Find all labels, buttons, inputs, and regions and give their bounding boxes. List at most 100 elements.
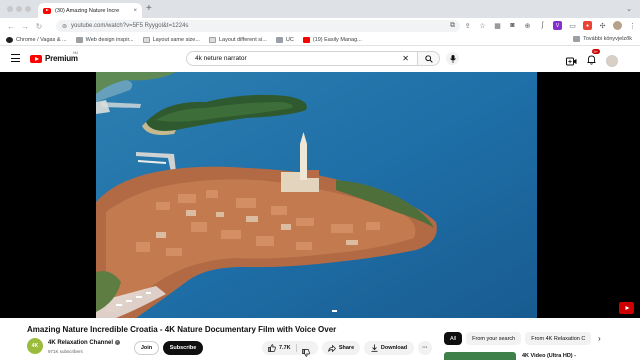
profile-avatar-icon[interactable]	[613, 21, 622, 30]
video-player[interactable]	[0, 72, 640, 318]
search-button[interactable]	[418, 51, 440, 66]
dislike-button[interactable]	[302, 344, 310, 362]
logo-text: Premium	[45, 54, 78, 63]
window-close-button[interactable]	[7, 6, 13, 12]
tab-close-icon[interactable]: ×	[133, 8, 137, 14]
recommendation-thumbnail[interactable]	[444, 352, 516, 360]
other-bookmarks-label: További könyvjelzők	[583, 36, 632, 42]
share-page-icon[interactable]: ⇪	[463, 21, 472, 30]
purple-extension-icon[interactable]: V	[553, 21, 562, 30]
red-extension-icon[interactable]: ●	[583, 21, 592, 30]
bookmark-item[interactable]: Layout different si...	[208, 36, 267, 43]
microphone-icon	[449, 54, 456, 63]
page-icon	[142, 36, 150, 43]
download-button[interactable]: Download	[364, 341, 414, 355]
window-minimize-button[interactable]	[16, 6, 22, 12]
like-count: 7.7K	[279, 345, 291, 351]
menu-icon[interactable]	[11, 54, 20, 62]
chip-from-your-search[interactable]: From your search	[466, 332, 522, 345]
recommendation-title[interactable]: 4K Video (Ultra HD) -	[522, 353, 576, 359]
bookmark-label: Layout different si...	[218, 36, 267, 43]
bookmark-item[interactable]: Layout same size...	[142, 36, 200, 43]
youtube-favicon-icon	[43, 7, 51, 14]
notification-count-badge: 9+	[592, 49, 600, 54]
chrome-icon	[6, 36, 13, 43]
tab-title: (30) Amazing Nature Incre	[55, 7, 120, 14]
vpn-extension-icon[interactable]: ⊕	[523, 21, 532, 30]
bookmark-label: Layout same size...	[152, 36, 200, 43]
video-title: Amazing Nature Incredible Croatia - 4K N…	[27, 325, 337, 334]
create-video-icon[interactable]	[566, 57, 577, 66]
reload-icon[interactable]: ↻	[32, 22, 46, 31]
join-button[interactable]: Join	[134, 341, 159, 355]
tab-search-icon[interactable]: ⌄	[626, 5, 632, 13]
channel-watermark[interactable]	[619, 302, 634, 314]
bookmark-label: Chrome / Vagas & ...	[16, 36, 67, 43]
channel-avatar-text: 4K	[31, 343, 39, 349]
region-code: HU	[73, 51, 79, 55]
share-button[interactable]: Share	[322, 341, 360, 355]
install-app-icon[interactable]: ⧉	[448, 21, 457, 30]
script-extension-icon[interactable]: ʃ	[538, 21, 547, 30]
forward-icon[interactable]: →	[18, 22, 32, 31]
download-icon	[371, 344, 378, 352]
browser-toolbar: ← → ↻ ⊜ youtube.com/watch?v=5F5 Ryygol&t…	[0, 18, 640, 34]
bookmark-item[interactable]: UC	[275, 36, 294, 43]
bookmark-star-icon[interactable]: ☆	[478, 21, 487, 30]
address-bar[interactable]: ⊜ youtube.com/watch?v=5F5 Ryygol&t=1224s	[56, 20, 460, 32]
youtube-premium-logo[interactable]: Premium	[30, 54, 78, 63]
bookmark-item[interactable]: (19) Easily Manag...	[302, 36, 362, 43]
voice-search-button[interactable]	[446, 52, 459, 65]
play-icon	[625, 306, 629, 310]
channel-name-link[interactable]: 4K Relaxation Channel ✓	[48, 340, 121, 346]
subscribe-button[interactable]: Subscribe	[163, 341, 203, 355]
extensions-puzzle-icon[interactable]: ✣	[598, 21, 607, 30]
channel-avatar[interactable]: 4K	[27, 338, 43, 354]
thumbs-up-icon	[268, 344, 276, 352]
folder-icon	[275, 36, 283, 43]
user-avatar[interactable]	[606, 55, 618, 67]
chevron-right-icon[interactable]: ›	[598, 334, 601, 343]
youtube-masthead: Premium HU 4k neture narrator ✕ 9+	[0, 46, 640, 72]
channel-name: 4K Relaxation Channel	[48, 340, 114, 346]
verified-check-icon: ✓	[115, 340, 121, 345]
camera-extension-icon[interactable]: ◙	[508, 21, 517, 30]
folder-icon	[75, 36, 83, 43]
bookmark-label: Web design inspir...	[85, 36, 134, 43]
download-label: Download	[380, 345, 408, 351]
chip-all[interactable]: All	[444, 332, 463, 345]
bookmark-label: UC	[285, 36, 294, 43]
new-tab-button[interactable]: +	[146, 3, 152, 15]
window-extension-icon[interactable]: ▭	[568, 21, 577, 30]
window-zoom-button[interactable]	[25, 6, 31, 12]
extension-grid-icon[interactable]: ▦	[493, 21, 502, 30]
search-icon	[424, 54, 433, 63]
recommendation-filter-chips: All From your search From 4K Relaxation …	[444, 332, 592, 345]
youtube-logo-icon	[30, 54, 42, 63]
bookmark-item[interactable]: Web design inspir...	[75, 36, 134, 43]
chip-from-channel[interactable]: From 4K Relaxation C	[525, 332, 592, 345]
bell-icon	[587, 55, 596, 65]
thumbs-down-icon	[302, 349, 310, 357]
share-label: Share	[338, 345, 355, 351]
bookmark-item[interactable]: Chrome / Vagas & ...	[6, 36, 67, 43]
back-icon[interactable]: ←	[4, 22, 18, 31]
browser-menu-icon[interactable]: ⋮	[628, 21, 637, 30]
folder-icon	[573, 36, 581, 42]
browser-tab-active[interactable]: (30) Amazing Nature Incre ×	[38, 3, 142, 18]
clear-search-icon[interactable]: ✕	[402, 54, 409, 63]
search-value: 4k neture narrator	[195, 55, 247, 62]
more-actions-button[interactable]: ···	[418, 341, 432, 355]
bookmarks-bar: Chrome / Vagas & ... Web design inspir..…	[0, 34, 640, 46]
notifications-button[interactable]: 9+	[587, 49, 600, 70]
site-info-icon[interactable]: ⊜	[62, 23, 67, 30]
other-bookmarks[interactable]: További könyvjelzők	[573, 36, 632, 42]
video-frame[interactable]	[96, 72, 537, 318]
like-divider	[296, 344, 297, 352]
share-arrow-icon	[327, 344, 336, 352]
browser-tab-strip: (30) Amazing Nature Incre × + ⌄	[0, 0, 640, 18]
search-input[interactable]: 4k neture narrator ✕	[186, 51, 418, 66]
youtube-icon	[302, 36, 310, 43]
bookmark-label: (19) Easily Manag...	[312, 36, 362, 43]
page-icon	[208, 36, 216, 43]
